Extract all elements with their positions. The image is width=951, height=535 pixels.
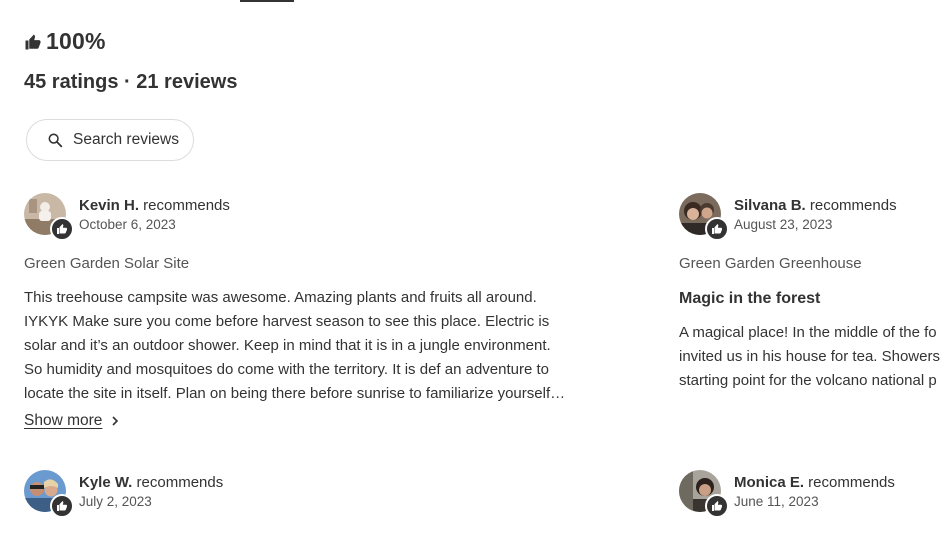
reviewer-line: Monica E. recommends xyxy=(734,470,895,492)
reviews-page: 100% 45 ratings · 21 reviews Search revi… xyxy=(0,0,951,535)
reviewer-info: Silvana B. recommends August 23, 2023 xyxy=(734,193,897,233)
reviewer-info: Kevin H. recommends October 6, 2023 xyxy=(79,193,230,233)
recommends-label: recommends xyxy=(805,197,897,214)
reviewer-name[interactable]: Kyle W. xyxy=(79,474,132,491)
thumbs-up-icon xyxy=(24,33,42,51)
recommends-label: recommends xyxy=(132,474,224,491)
search-reviews-button[interactable]: Search reviews xyxy=(26,119,194,161)
review-header: Kyle W. recommends July 2, 2023 xyxy=(24,470,424,518)
reviewer-line: Kyle W. recommends xyxy=(79,470,223,492)
avatar[interactable] xyxy=(24,193,74,241)
ratings-summary: 100% 45 ratings · 21 reviews xyxy=(24,28,237,94)
review-card: Silvana B. recommends August 23, 2023 Gr… xyxy=(679,193,951,393)
review-date: October 6, 2023 xyxy=(79,217,176,232)
review-date: July 2, 2023 xyxy=(79,494,152,509)
site-name[interactable]: Green Garden Solar Site xyxy=(24,255,614,273)
reviewer-line: Kevin H. recommends xyxy=(79,193,230,215)
review-card: Kevin H. recommends October 6, 2023 Gree… xyxy=(24,193,614,430)
reviewer-line: Silvana B. recommends xyxy=(734,193,897,215)
reviewer-name[interactable]: Monica E. xyxy=(734,474,804,491)
review-date: June 11, 2023 xyxy=(734,494,819,509)
ratings-reviews-count: 45 ratings · 21 reviews xyxy=(24,71,238,93)
search-reviews-label: Search reviews xyxy=(73,131,179,148)
site-name[interactable]: Green Garden Greenhouse xyxy=(679,255,951,273)
thumbs-up-icon xyxy=(50,494,74,518)
rating-percent: 100% xyxy=(46,28,106,54)
show-more-button[interactable]: Show more xyxy=(24,412,120,430)
recommends-label: recommends xyxy=(139,197,230,214)
active-tab-indicator xyxy=(240,0,294,2)
rating-line: 100% xyxy=(24,28,237,55)
review-body: This treehouse campsite was awesome. Ama… xyxy=(24,289,566,402)
reviewer-name[interactable]: Silvana B. xyxy=(734,197,806,214)
show-more-label: Show more xyxy=(24,412,103,429)
thumbs-up-icon xyxy=(705,494,729,518)
recommends-label: recommends xyxy=(804,474,895,491)
review-card: Kyle W. recommends July 2, 2023 xyxy=(24,470,424,518)
avatar[interactable] xyxy=(679,193,729,241)
review-date: August 23, 2023 xyxy=(734,217,833,232)
thumbs-up-icon xyxy=(50,217,74,241)
thumbs-up-icon xyxy=(705,217,729,241)
review-header: Kevin H. recommends October 6, 2023 xyxy=(24,193,614,241)
search-icon xyxy=(47,132,63,148)
reviewer-info: Monica E. recommends June 11, 2023 xyxy=(734,470,895,510)
reviewer-info: Kyle W. recommends July 2, 2023 xyxy=(79,470,223,510)
avatar[interactable] xyxy=(679,470,729,518)
reviewer-name[interactable]: Kevin H. xyxy=(79,197,139,214)
review-header: Monica E. recommends June 11, 2023 xyxy=(679,470,951,518)
review-header: Silvana B. recommends August 23, 2023 xyxy=(679,193,951,241)
review-title: Magic in the forest xyxy=(679,290,821,307)
avatar[interactable] xyxy=(24,470,74,518)
review-card: Monica E. recommends June 11, 2023 xyxy=(679,470,951,518)
review-body: A magical place! In the middle of the fo… xyxy=(679,324,940,389)
chevron-right-icon xyxy=(110,416,120,426)
